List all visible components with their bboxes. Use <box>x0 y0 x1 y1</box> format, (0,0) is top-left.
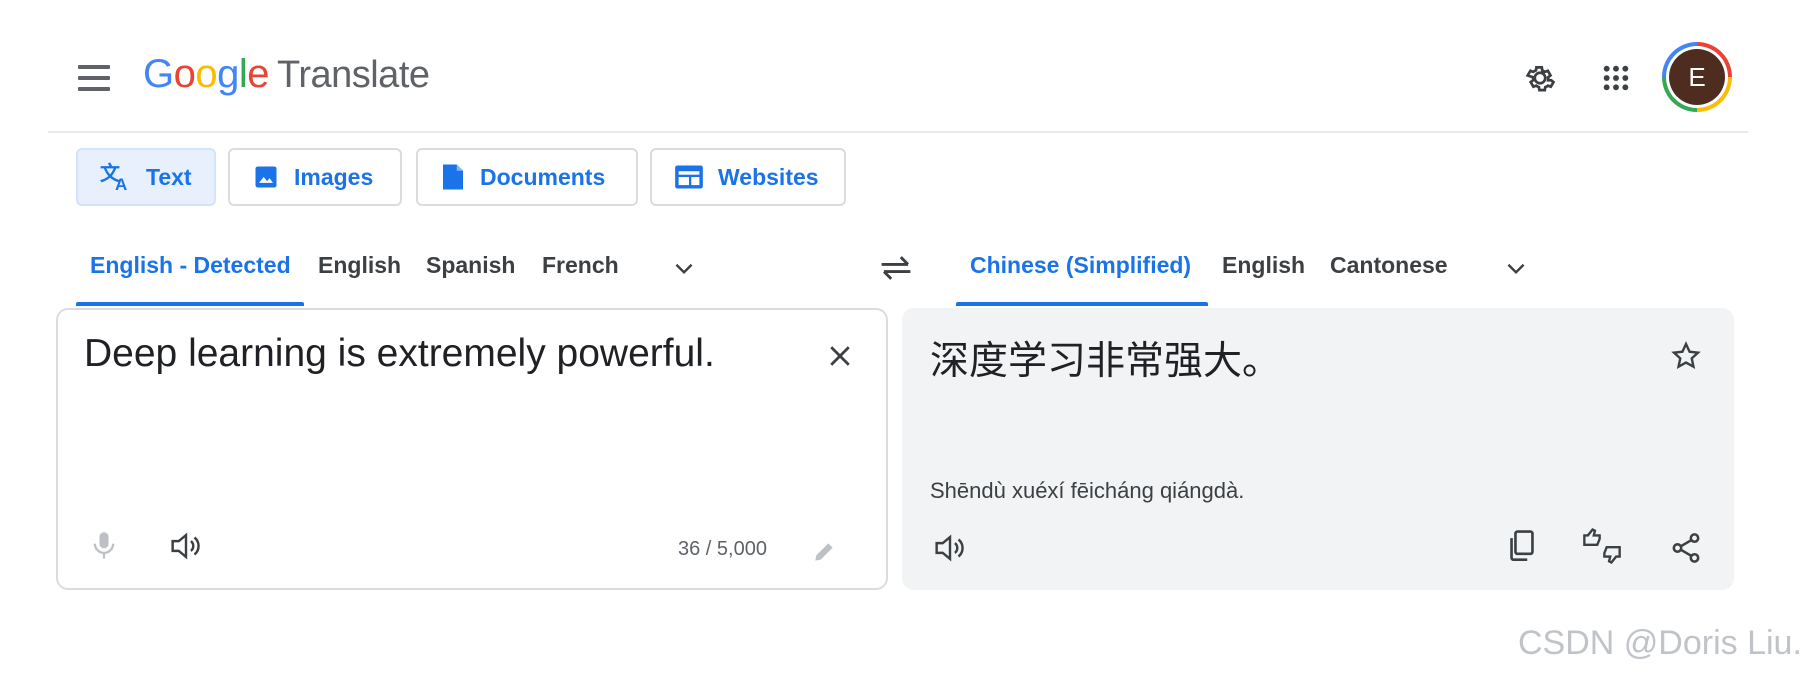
source-lang-detected[interactable]: English - Detected <box>90 252 291 279</box>
source-more-languages-chevron-down-icon[interactable] <box>666 250 702 286</box>
logo-letter: o <box>195 52 218 96</box>
document-icon <box>443 164 463 190</box>
tab-websites[interactable]: Websites <box>650 148 846 206</box>
logo-letter: o <box>173 52 196 96</box>
google-translate-logo[interactable]: Google Translate <box>143 52 430 97</box>
target-speaker-icon[interactable] <box>928 526 972 570</box>
image-icon <box>255 166 277 188</box>
source-lang-french[interactable]: French <box>542 252 619 279</box>
logo-letter: e <box>247 52 270 96</box>
tab-label: Websites <box>718 163 819 190</box>
rate-translation-thumbs-icon[interactable] <box>1580 524 1624 568</box>
tab-label: Text <box>146 163 192 190</box>
logo-letter: l <box>238 52 248 96</box>
website-icon <box>675 165 703 189</box>
source-text-input[interactable]: Deep learning is extremely powerful. <box>84 332 715 376</box>
logo-letter: g <box>217 52 239 96</box>
watermark-text: CSDN @Doris Liu. <box>1518 624 1802 662</box>
swap-languages-icon[interactable] <box>876 248 916 288</box>
copy-translation-icon[interactable] <box>1500 524 1544 568</box>
product-name: Translate <box>277 54 430 96</box>
clear-close-icon[interactable] <box>818 334 862 378</box>
logo-letter: G <box>143 52 174 96</box>
header-divider <box>48 131 1748 133</box>
main-menu-icon[interactable] <box>78 60 118 96</box>
tab-documents[interactable]: Documents <box>416 148 638 206</box>
source-lang-spanish[interactable]: Spanish <box>426 252 515 279</box>
source-lang-english[interactable]: English <box>318 252 401 279</box>
tab-images[interactable]: Images <box>228 148 402 206</box>
microphone-icon[interactable] <box>82 524 126 568</box>
save-translation-star-icon[interactable] <box>1664 334 1708 378</box>
translate-icon: 文 A <box>100 162 127 192</box>
target-lang-cantonese[interactable]: Cantonese <box>1330 252 1448 279</box>
translation-text: 深度学习非常强大。 <box>930 339 1282 384</box>
romanization-text: Shēndù xuéxí fēicháng qiángdà. <box>930 478 1245 503</box>
apps-grid-icon[interactable] <box>1594 56 1638 100</box>
account-avatar-button[interactable]: E <box>1662 42 1732 112</box>
tab-label: Images <box>294 163 374 190</box>
target-lang-chinese-simplified[interactable]: Chinese (Simplified) <box>970 252 1191 279</box>
svg-text:A: A <box>115 175 127 192</box>
settings-gear-icon[interactable] <box>1518 56 1562 100</box>
active-lang-indicator <box>76 302 304 306</box>
source-speaker-icon[interactable] <box>164 524 208 568</box>
avatar: E <box>1669 49 1725 105</box>
active-lang-indicator <box>956 302 1208 306</box>
target-more-languages-chevron-down-icon[interactable] <box>1498 250 1534 286</box>
target-lang-english[interactable]: English <box>1222 252 1305 279</box>
character-count: 36 / 5,000 <box>678 538 767 560</box>
edit-pencil-icon[interactable] <box>802 530 846 574</box>
share-translation-icon[interactable] <box>1664 526 1708 570</box>
tab-label: Documents <box>480 163 606 190</box>
tab-text[interactable]: 文 A Text <box>76 148 216 206</box>
